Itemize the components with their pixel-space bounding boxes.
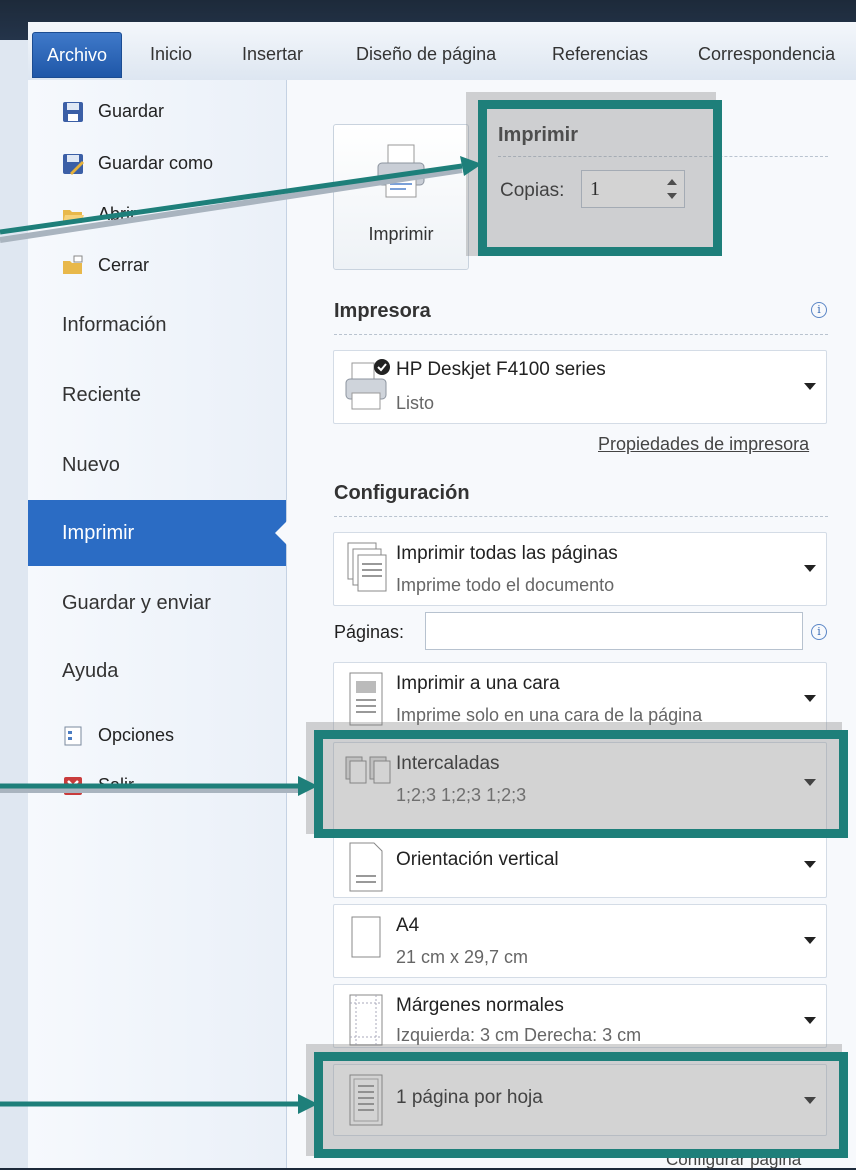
callout-arrow-copies (0, 163, 463, 235)
callout-arrowhead (298, 1094, 318, 1114)
callout-arrow-shadow (0, 167, 463, 243)
callout-arrowhead (298, 776, 318, 796)
callout-arrowhead (460, 156, 482, 176)
callout-arrows (0, 156, 482, 1114)
